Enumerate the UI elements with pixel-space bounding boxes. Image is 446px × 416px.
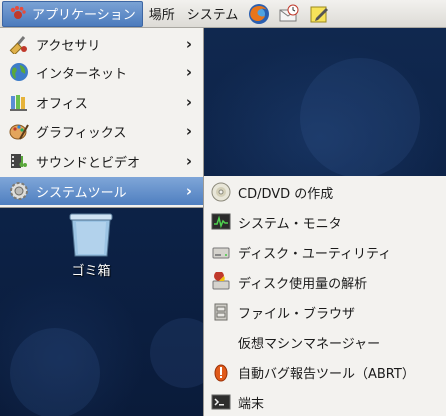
trash-desktop-icon[interactable]: ゴミ箱 bbox=[56, 210, 126, 280]
places-menu-button[interactable]: 場所 bbox=[143, 1, 181, 27]
menu-item-label: サウンドとビデオ bbox=[36, 155, 141, 171]
mail-clock-icon bbox=[279, 4, 299, 21]
wallpaper-bubble bbox=[10, 328, 100, 416]
blank-icon bbox=[210, 331, 232, 353]
submenu-arrow-icon: › bbox=[185, 63, 193, 81]
menu-item-label: アクセサリ bbox=[36, 38, 101, 54]
system-menu-button[interactable]: システム bbox=[181, 1, 245, 27]
firefox-launcher[interactable] bbox=[247, 2, 271, 26]
cd-dvd-icon bbox=[210, 181, 232, 203]
submenu-item-label: ファイル・ブラウザ bbox=[238, 306, 356, 322]
submenu-arrow-icon: › bbox=[185, 182, 193, 200]
menu-item-label: オフィス bbox=[36, 96, 88, 112]
graphics-icon bbox=[8, 120, 30, 142]
submenu-item-disk-utility[interactable]: ディスク・ユーティリティ bbox=[204, 237, 446, 267]
system-tools-gear-icon bbox=[8, 180, 30, 202]
disk-utility-icon bbox=[210, 241, 232, 263]
system-label: システム bbox=[186, 8, 239, 23]
office-icon bbox=[8, 91, 30, 113]
submenu-item-label: CD/DVD の作成 bbox=[238, 186, 334, 202]
submenu-arrow-icon: › bbox=[185, 93, 193, 111]
applications-menu-button[interactable]: アプリケーション bbox=[2, 0, 143, 27]
system-monitor-icon bbox=[210, 211, 232, 233]
submenu-arrow-icon: › bbox=[185, 152, 193, 170]
terminal-icon bbox=[210, 391, 232, 413]
menu-item-label: インターネット bbox=[36, 66, 128, 82]
menu-item-graphics[interactable]: グラフィックス › bbox=[0, 117, 203, 145]
notepad-pencil-icon bbox=[310, 6, 329, 22]
trash-label: ゴミ箱 bbox=[71, 264, 111, 279]
submenu-arrow-icon: › bbox=[185, 35, 193, 53]
submenu-item-disk-usage-analyzer[interactable]: ディスク使用量の解析 bbox=[204, 267, 446, 297]
top-panel: アプリケーション 場所 システム bbox=[0, 0, 446, 28]
internet-globe-icon bbox=[8, 61, 30, 83]
sound-video-icon bbox=[8, 150, 30, 172]
submenu-item-label: ディスク使用量の解析 bbox=[238, 276, 368, 292]
submenu-item-virtual-machine-manager[interactable]: 仮想マシンマネージャー bbox=[204, 327, 446, 357]
applications-label: アプリケーション bbox=[32, 8, 136, 23]
menu-item-system-tools[interactable]: システムツール › bbox=[0, 177, 203, 205]
submenu-arrow-icon: › bbox=[185, 122, 193, 140]
gnome-foot-icon bbox=[9, 5, 27, 23]
firefox-icon bbox=[249, 3, 270, 24]
submenu-item-system-monitor[interactable]: システム・モニタ bbox=[204, 207, 446, 237]
wallpaper-bubble bbox=[300, 58, 420, 178]
menu-item-label: システムツール bbox=[36, 185, 127, 201]
submenu-item-abrt[interactable]: 自動バグ報告ツール（ABRT） bbox=[204, 357, 446, 387]
menu-item-sound-video[interactable]: サウンドとビデオ › bbox=[0, 147, 203, 175]
submenu-item-label: システム・モニタ bbox=[238, 216, 342, 232]
accessories-icon bbox=[8, 33, 30, 55]
places-label: 場所 bbox=[148, 8, 175, 23]
menu-item-internet[interactable]: インターネット › bbox=[0, 58, 203, 86]
system-tools-submenu: CD/DVD の作成 システム・モニタ ディスク・ユーティリティ ディスク使用量… bbox=[203, 176, 446, 416]
abrt-alert-icon bbox=[210, 361, 232, 383]
submenu-item-file-browser[interactable]: ファイル・ブラウザ bbox=[204, 297, 446, 327]
evolution-mail-launcher[interactable] bbox=[277, 2, 301, 26]
menu-item-office[interactable]: オフィス › bbox=[0, 88, 203, 116]
menu-item-label: グラフィックス bbox=[36, 125, 127, 141]
menu-item-accessories[interactable]: アクセサリ › bbox=[0, 30, 203, 58]
submenu-item-label: 端末 bbox=[238, 396, 265, 412]
file-browser-icon bbox=[210, 301, 232, 323]
notes-launcher[interactable] bbox=[307, 2, 331, 26]
submenu-item-label: 自動バグ報告ツール（ABRT） bbox=[238, 366, 415, 382]
trash-icon bbox=[69, 213, 113, 257]
submenu-item-cd-dvd-creator[interactable]: CD/DVD の作成 bbox=[204, 177, 446, 207]
submenu-item-label: 仮想マシンマネージャー bbox=[238, 336, 381, 352]
applications-menu: アクセサリ › インターネット › オフィス › グラフィックス › サウンドと… bbox=[0, 28, 204, 208]
submenu-item-terminal[interactable]: 端末 bbox=[204, 387, 446, 416]
submenu-item-label: ディスク・ユーティリティ bbox=[238, 246, 392, 262]
disk-usage-icon bbox=[210, 271, 232, 293]
